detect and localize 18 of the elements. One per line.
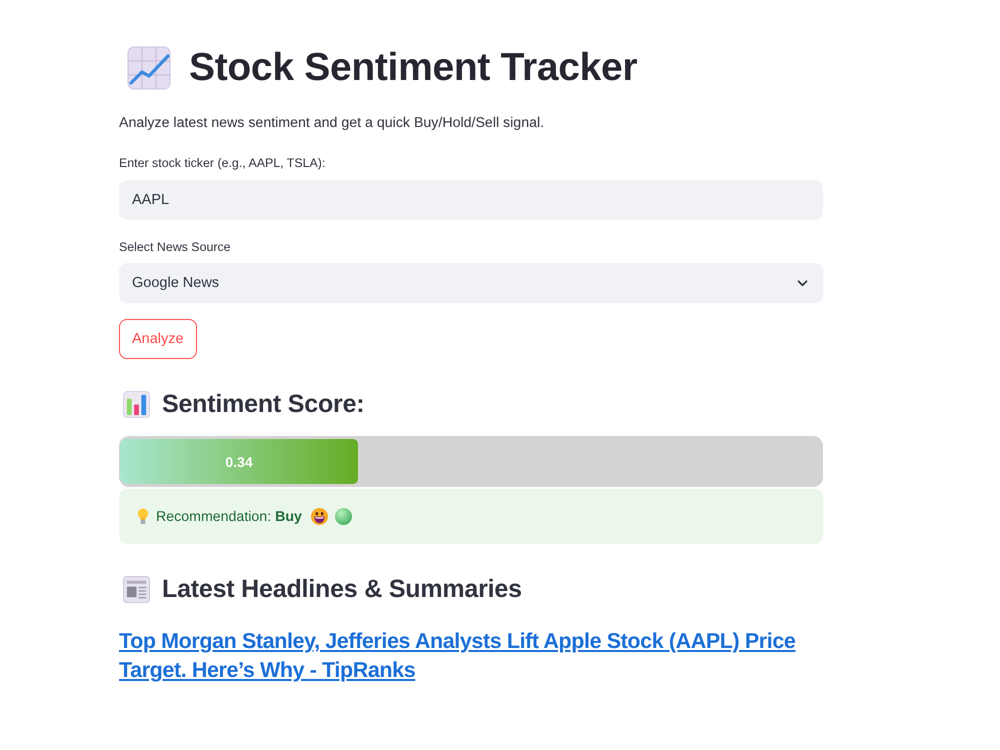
headlines-heading: Latest Headlines & Summaries	[162, 574, 522, 604]
grinning-face-icon	[310, 508, 328, 525]
page-subtitle: Analyze latest news sentiment and get a quick Buy/Hold/Sell signal.	[119, 114, 544, 132]
score-value: 0.34	[225, 454, 253, 470]
page-title: Stock Sentiment Tracker	[189, 46, 638, 90]
news-source-label: Select News Source	[119, 239, 231, 255]
ticker-label: Enter stock ticker (e.g., AAPL, TSLA):	[119, 155, 326, 171]
sentiment-heading: Sentiment Score:	[162, 390, 364, 418]
chevron-down-icon	[797, 280, 808, 286]
newspaper-icon	[123, 576, 150, 602]
headline-link[interactable]: Top Morgan Stanley, Jefferies Analysts Lift Apple Stock (AAPL) Price Target. Here’s Why - TipRanks	[119, 627, 823, 685]
ticker-input[interactable]: AAPL	[119, 180, 823, 220]
lightbulb-icon	[137, 508, 149, 525]
news-source-select[interactable]: Google News	[119, 263, 823, 303]
signal-dot-icon	[334, 508, 352, 525]
chart-increasing-icon	[127, 46, 171, 90]
bar-chart-icon	[123, 390, 150, 418]
recommendation-text: Recommendation: Buy	[156, 508, 302, 524]
